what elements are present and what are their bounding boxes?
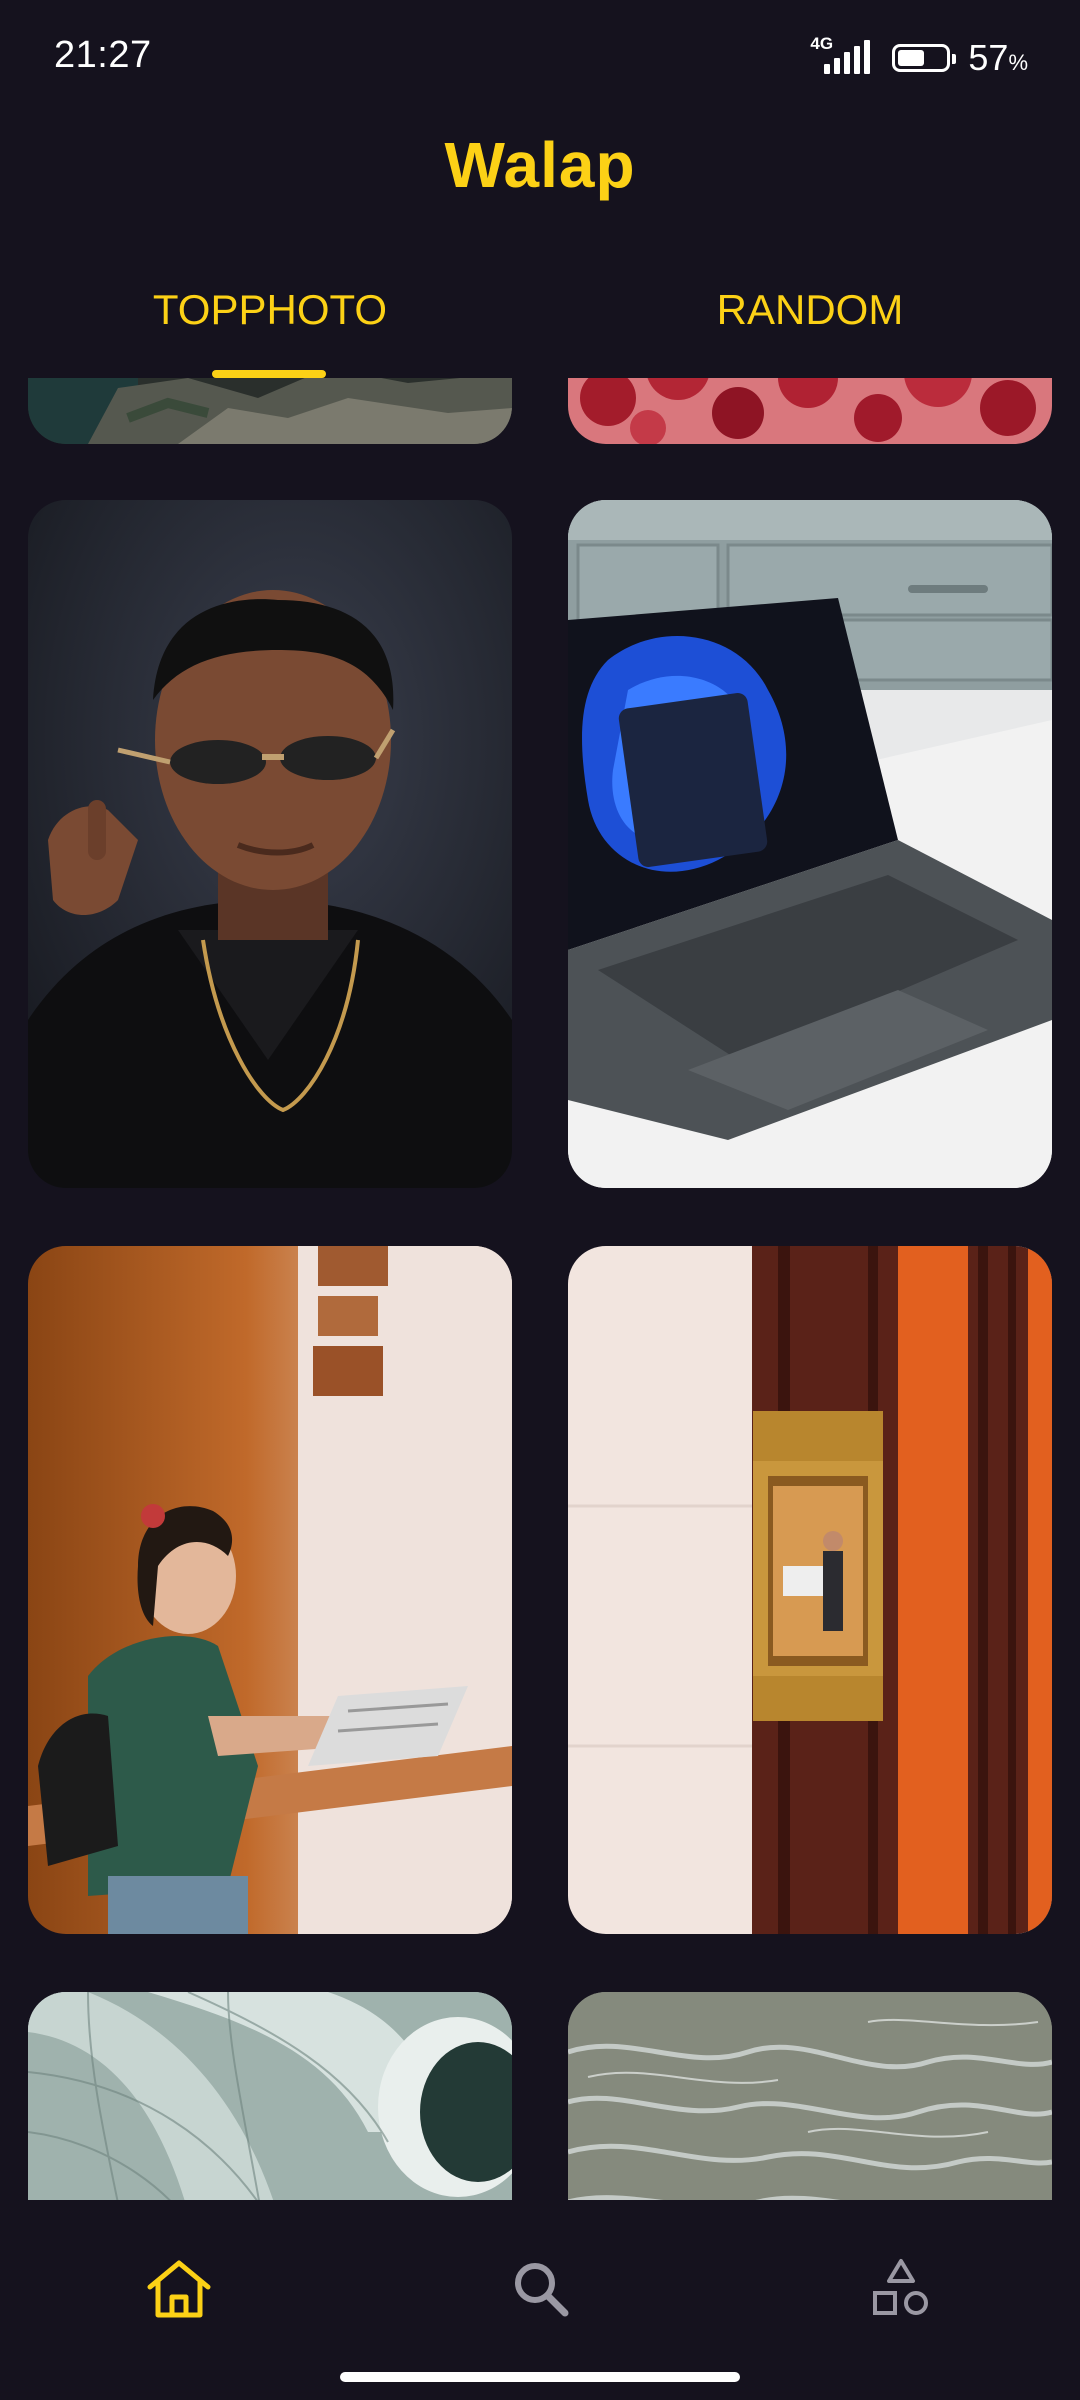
bottom-navigation — [0, 2200, 1080, 2400]
search-icon — [515, 2263, 569, 2317]
photo-tile-water[interactable] — [568, 1992, 1052, 2200]
app-title: Walap — [444, 129, 636, 201]
photo-tile-red-cells[interactable] — [568, 378, 1052, 444]
photo-tile-woman-newspaper[interactable] — [28, 1246, 512, 1934]
tab-random[interactable]: RANDOM — [540, 270, 1080, 380]
home-icon — [147, 2260, 211, 2318]
tab-random-label: RANDOM — [716, 286, 904, 333]
photo-tile-laptop[interactable] — [568, 500, 1052, 1188]
battery-level-fill — [898, 50, 925, 66]
photo-tile-spiral-tunnel[interactable] — [28, 1992, 512, 2200]
categories-icon — [873, 2259, 928, 2315]
status-bar: 21:27 4G 57% — [0, 0, 1080, 110]
battery-percent-value: 57 — [968, 37, 1009, 78]
battery-icon — [892, 44, 957, 72]
selected-tab-indicator — [212, 370, 326, 378]
battery-percent: 57% — [968, 37, 1028, 79]
photo-tile-man-sunglasses[interactable] — [28, 500, 512, 1188]
photo-tile-elevator[interactable] — [568, 1246, 1052, 1934]
tab-topphoto[interactable]: TOPPHOTO — [0, 270, 540, 380]
status-indicators: 4G 57% — [810, 34, 1028, 80]
tab-bar: TOPPHOTO RANDOM — [0, 270, 1080, 380]
photo-tile-rocky-coastline[interactable] — [28, 378, 512, 444]
tab-topphoto-label: TOPPHOTO — [152, 286, 388, 333]
status-time: 21:27 — [54, 34, 152, 76]
signal-icon: 4G — [810, 34, 878, 78]
photo-grid[interactable] — [0, 378, 1080, 2200]
battery-percent-sign: % — [1008, 50, 1028, 75]
nav-home[interactable] — [134, 2244, 224, 2334]
home-indicator[interactable] — [340, 2372, 740, 2382]
nav-search[interactable] — [496, 2244, 586, 2334]
nav-categories[interactable] — [856, 2244, 946, 2334]
